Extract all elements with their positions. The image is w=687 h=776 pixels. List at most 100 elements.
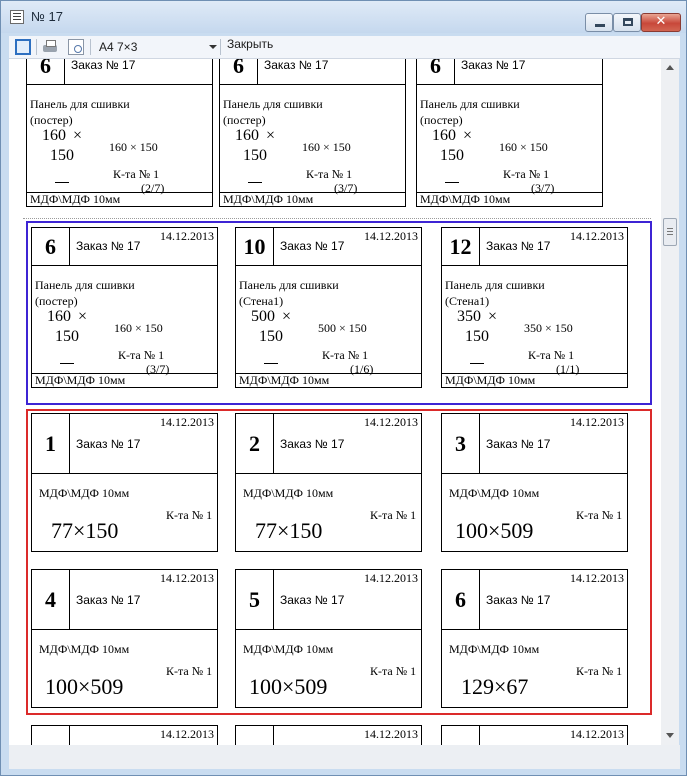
page-break-line — [23, 218, 651, 219]
card-header: 14.12.2013 — [442, 726, 627, 745]
toolbar-separator — [36, 39, 37, 55]
label-card[interactable]: 14.12.2013 — [441, 725, 628, 745]
card-date: 14.12.2013 — [160, 415, 214, 429]
panel-height: 150 — [55, 328, 79, 345]
part-size: 77×150 — [51, 518, 119, 543]
times-sign: × — [463, 127, 473, 144]
card-header: 6 Заказ № 17 14.12.2013 — [32, 228, 217, 266]
card-header: 14.12.2013 — [236, 726, 421, 745]
paper-size-value: A4 7×3 — [99, 40, 138, 54]
card-header: 1 Заказ № 17 14.12.2013 — [32, 414, 217, 474]
label-card[interactable]: 4 Заказ № 17 14.12.2013 МДФ\МДФ 10мм К-та № … — [31, 569, 218, 708]
card-number — [32, 726, 70, 745]
scroll-thumb[interactable] — [663, 218, 677, 246]
card-number: 2 — [236, 414, 274, 473]
panel-dimensions: 160 × 150 — [499, 140, 548, 154]
label-card[interactable]: 14.12.2013 — [235, 725, 422, 745]
panel-height: 150 — [440, 147, 464, 164]
underline-mark — [248, 182, 262, 183]
kit-number: К-та № 1 — [503, 167, 550, 181]
card-material: МДФ\МДФ 10мм — [220, 192, 405, 206]
card-header: 2 Заказ № 17 14.12.2013 — [236, 414, 421, 474]
product-title: Панель для сшивки — [239, 278, 339, 292]
card-material: МДФ\МДФ 10мм — [449, 642, 540, 656]
minimize-icon — [595, 24, 605, 27]
product-title: Панель для сшивки — [445, 278, 545, 292]
times-sign: × — [488, 308, 498, 325]
card-material: МДФ\МДФ 10мм — [39, 486, 130, 500]
card-header: 12 Заказ № 17 14.12.2013 — [442, 228, 627, 266]
kit-number: К-та № 1 — [576, 664, 623, 678]
card-header: 5 Заказ № 17 14.12.2013 — [236, 570, 421, 630]
card-material: МДФ\МДФ 10мм — [243, 642, 334, 656]
card-number — [236, 726, 274, 745]
close-window-button[interactable]: ✕ — [641, 13, 681, 32]
label-card[interactable]: 10 Заказ № 17 14.12.2013 Панель для сшивки (… — [235, 227, 422, 388]
part-size: 100×509 — [45, 674, 124, 699]
order-number: Заказ № 17 — [76, 239, 141, 253]
minimize-button[interactable] — [585, 13, 613, 32]
label-card[interactable]: 2 Заказ № 17 14.12.2013 МДФ\МДФ 10мм К-та № … — [235, 413, 422, 552]
title-bar[interactable]: № 17 ✕ — [1, 1, 686, 33]
label-card[interactable]: 6 Заказ № 17 Панель для сшивки (постер) 160 ×… — [416, 59, 603, 207]
chevron-down-icon[interactable] — [209, 45, 217, 49]
label-card[interactable]: 14.12.2013 — [31, 725, 218, 745]
part-size: 129×67 — [461, 674, 529, 699]
report-window: № 17 ✕ A4 7×3 Закрыть 6 Заказ № 17 Панель … — [0, 0, 687, 776]
vertical-scrollbar[interactable] — [661, 59, 679, 745]
panel-width: 160 — [432, 127, 456, 144]
order-number: Заказ № 17 — [486, 593, 551, 607]
scroll-up-icon[interactable] — [666, 65, 674, 70]
paper-size-select[interactable]: A4 7×3 — [95, 37, 217, 57]
card-date: 14.12.2013 — [364, 229, 418, 243]
kit-number: К-та № 1 — [166, 508, 213, 522]
card-date: 14.12.2013 — [364, 415, 418, 429]
card-number: 6 — [442, 570, 480, 629]
card-material: МДФ\МДФ 10мм — [417, 192, 602, 206]
product-title: Панель для сшивки — [30, 97, 130, 111]
close-button[interactable]: Закрыть — [225, 37, 275, 57]
order-number: Заказ № 17 — [280, 593, 345, 607]
product-subtitle: (постер) — [30, 113, 73, 127]
order-number: Заказ № 17 — [461, 59, 526, 72]
part-size: 100×509 — [249, 674, 328, 699]
panel-dimensions: 500 × 150 — [318, 321, 367, 335]
printer-icon[interactable] — [42, 39, 58, 55]
label-card[interactable]: 1 Заказ № 17 14.12.2013 МДФ\МДФ 10мм К-та № … — [31, 413, 218, 552]
panel-width: 160 — [47, 308, 71, 325]
label-card[interactable]: 6 Заказ № 17 Панель для сшивки (постер) 160 ×… — [26, 59, 213, 207]
kit-number: К-та № 1 — [370, 664, 417, 678]
card-number — [442, 726, 480, 745]
label-card[interactable]: 6 Заказ № 17 14.12.2013 Панель для сшивки (п… — [31, 227, 218, 388]
card-date: 14.12.2013 — [570, 229, 624, 243]
card-header: 14.12.2013 — [32, 726, 217, 745]
label-card[interactable]: 6 Заказ № 17 Панель для сшивки (постер) 160 ×… — [219, 59, 406, 207]
times-sign: × — [266, 127, 276, 144]
order-number: Заказ № 17 — [264, 59, 329, 72]
label-card[interactable]: 12 Заказ № 17 14.12.2013 Панель для сшивки (… — [441, 227, 628, 388]
order-number: Заказ № 17 — [71, 59, 136, 72]
card-number: 6 — [27, 59, 65, 84]
panel-dimensions: 160 × 150 — [109, 140, 158, 154]
product-subtitle: (Стена1) — [445, 294, 490, 308]
card-number: 6 — [32, 228, 70, 265]
order-number: Заказ № 17 — [76, 593, 141, 607]
panel-dimensions: 350 × 150 — [524, 321, 573, 335]
page-view-icon[interactable] — [15, 39, 31, 55]
print-preview-icon[interactable] — [68, 39, 84, 55]
label-card[interactable]: 6 Заказ № 17 14.12.2013 МДФ\МДФ 10мм К-та № … — [441, 569, 628, 708]
kit-number: К-та № 1 — [370, 508, 417, 522]
report-app-icon[interactable] — [10, 10, 24, 24]
card-date: 14.12.2013 — [160, 229, 214, 243]
times-sign: × — [78, 308, 88, 325]
card-material: МДФ\МДФ 10мм — [243, 486, 334, 500]
label-card[interactable]: 5 Заказ № 17 14.12.2013 МДФ\МДФ 10мм К-та № … — [235, 569, 422, 708]
label-card[interactable]: 3 Заказ № 17 14.12.2013 МДФ\МДФ 10мм К-та № … — [441, 413, 628, 552]
report-preview[interactable]: 6 Заказ № 17 Панель для сшивки (постер) 160 ×… — [9, 59, 661, 745]
card-date: 14.12.2013 — [364, 571, 418, 585]
kit-number: К-та № 1 — [576, 508, 623, 522]
maximize-button[interactable] — [613, 13, 641, 32]
underline-mark — [60, 363, 74, 364]
maximize-icon — [623, 18, 633, 26]
scroll-down-icon[interactable] — [666, 733, 674, 738]
